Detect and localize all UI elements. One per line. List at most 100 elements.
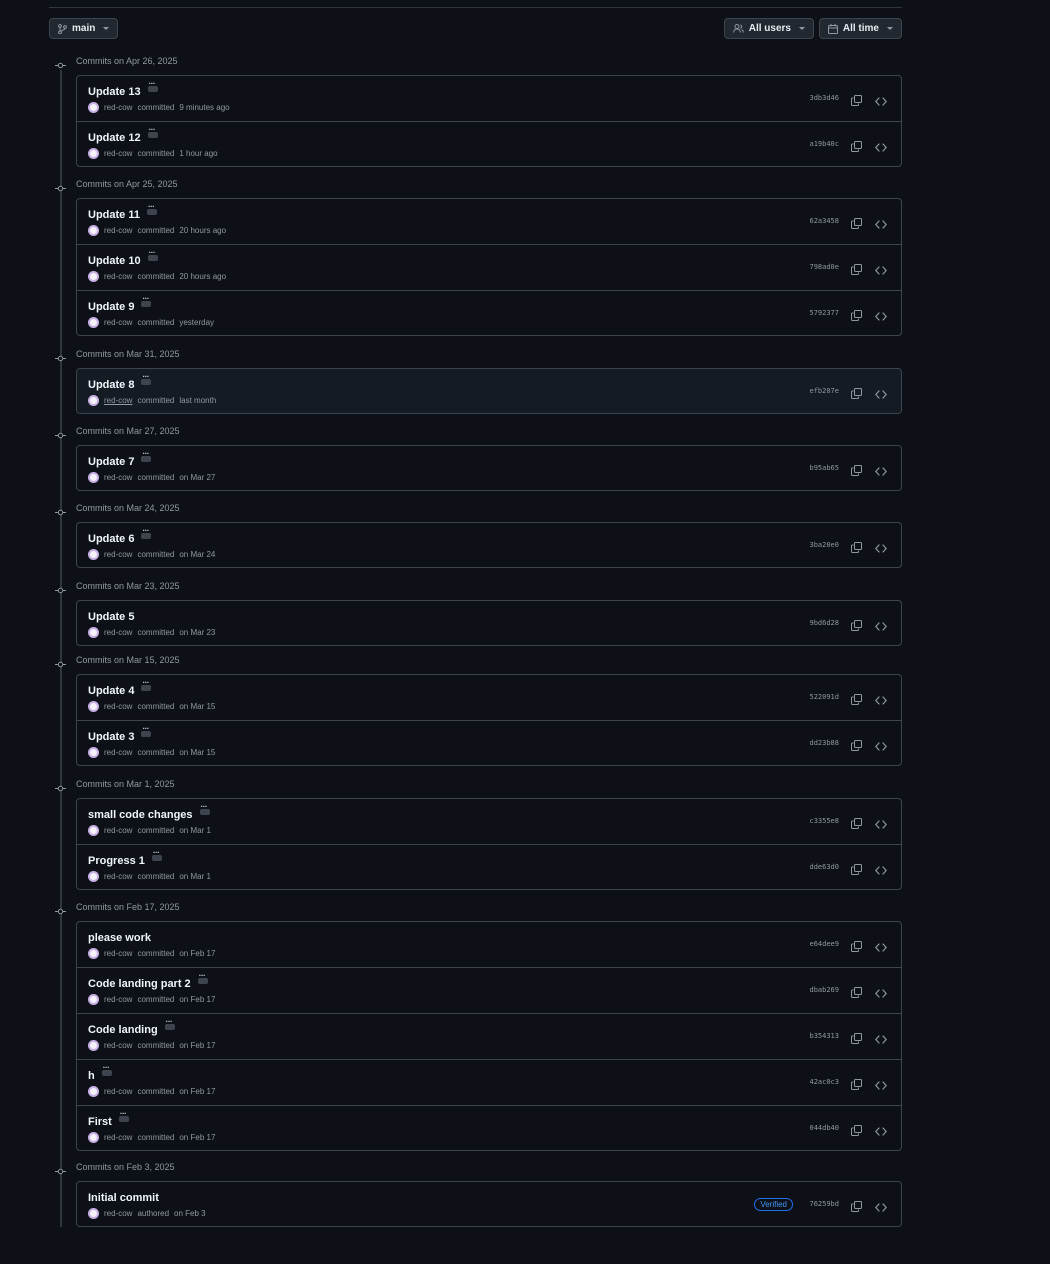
commit-author-link[interactable]: red-cow (104, 473, 132, 482)
commit-author-link[interactable]: red-cow (104, 318, 132, 327)
commit-row[interactable]: Update 5 red-cow committed on Mar 23 9bd6d28 (77, 601, 901, 645)
copy-icon[interactable] (851, 463, 862, 481)
commit-author-link[interactable]: red-cow (104, 149, 132, 158)
commit-row[interactable]: Update 6 red-cow committed on Mar 24 3ba20e0 (77, 523, 901, 567)
avatar[interactable] (88, 701, 99, 712)
browse-code-icon[interactable] (875, 216, 887, 234)
expand-description-button[interactable] (141, 449, 152, 462)
browse-code-icon[interactable] (875, 692, 887, 710)
copy-icon[interactable] (851, 939, 862, 957)
commit-message-link[interactable]: small code changes (88, 809, 193, 821)
copy-icon[interactable] (851, 93, 862, 111)
commit-row[interactable]: Progress 1 red-cow committed on Mar 1 dde63d… (77, 844, 901, 889)
browse-code-icon[interactable] (875, 1123, 887, 1141)
expand-description-button[interactable] (146, 202, 157, 215)
commit-message-link[interactable]: Update 13 (88, 86, 141, 98)
commit-row[interactable]: Update 10 red-cow committed 20 hours ago 798… (77, 244, 901, 290)
avatar[interactable] (88, 271, 99, 282)
commit-author-link[interactable]: red-cow (104, 1041, 132, 1050)
expand-description-button[interactable] (147, 248, 158, 261)
avatar[interactable] (88, 1086, 99, 1097)
avatar[interactable] (88, 317, 99, 328)
copy-icon[interactable] (851, 738, 862, 756)
commit-sha-link[interactable]: c3355e8 (809, 817, 839, 825)
commit-message-link[interactable]: Update 12 (88, 132, 141, 144)
commit-row[interactable]: Update 3 red-cow committed on Mar 15 dd23b88 (77, 720, 901, 765)
commit-author-link[interactable]: red-cow (104, 272, 132, 281)
copy-icon[interactable] (851, 540, 862, 558)
commit-row[interactable]: Update 7 red-cow committed on Mar 27 b95ab65 (77, 446, 901, 490)
expand-description-button[interactable] (141, 724, 152, 737)
commit-sha-link[interactable]: 5792377 (809, 309, 839, 317)
browse-code-icon[interactable] (875, 262, 887, 280)
commit-row[interactable]: Update 11 red-cow committed 20 hours ago 62a… (77, 199, 901, 244)
expand-description-button[interactable] (147, 125, 158, 138)
commit-sha-link[interactable]: 798ad0e (809, 263, 839, 271)
copy-icon[interactable] (851, 386, 862, 404)
commit-row[interactable]: Update 9 red-cow committed yesterday 5792377 (77, 290, 901, 335)
browse-code-icon[interactable] (875, 618, 887, 636)
commit-message-link[interactable]: Update 4 (88, 685, 134, 697)
copy-icon[interactable] (851, 862, 862, 880)
branch-selector-button[interactable]: main (49, 18, 119, 39)
commit-message-link[interactable]: Update 9 (88, 301, 134, 313)
avatar[interactable] (88, 871, 99, 882)
avatar[interactable] (88, 395, 99, 406)
browse-code-icon[interactable] (875, 862, 887, 880)
copy-icon[interactable] (851, 1199, 862, 1217)
avatar[interactable] (88, 1040, 99, 1051)
copy-icon[interactable] (851, 1077, 862, 1095)
browse-code-icon[interactable] (875, 1077, 887, 1095)
commit-message-link[interactable]: Update 5 (88, 611, 134, 623)
commit-author-link[interactable]: red-cow (104, 628, 132, 637)
commit-row[interactable]: Code landing red-cow committed on Feb 17 b35… (77, 1013, 901, 1059)
commit-author-link[interactable]: red-cow (104, 748, 132, 757)
commit-sha-link[interactable]: 76259bd (809, 1200, 839, 1208)
commit-author-link[interactable]: red-cow (104, 1133, 132, 1142)
commit-author-link[interactable]: red-cow (104, 1209, 132, 1218)
commit-message-link[interactable]: Code landing part 2 (88, 978, 191, 990)
avatar[interactable] (88, 148, 99, 159)
avatar[interactable] (88, 825, 99, 836)
expand-description-button[interactable] (101, 1063, 112, 1076)
avatar[interactable] (88, 1132, 99, 1143)
commit-row[interactable]: h red-cow committed on Feb 17 42ac0c3 (77, 1059, 901, 1105)
users-filter-button[interactable]: All users (723, 18, 814, 39)
commit-author-link[interactable]: red-cow (104, 872, 132, 881)
commit-sha-link[interactable]: 9bd6d28 (809, 619, 839, 627)
commit-message-link[interactable]: h (88, 1070, 95, 1082)
commit-row[interactable]: small code changes red-cow committed on Mar… (77, 799, 901, 844)
copy-icon[interactable] (851, 308, 862, 326)
commit-row[interactable]: Code landing part 2 red-cow committed on Fe… (77, 967, 901, 1013)
browse-code-icon[interactable] (875, 463, 887, 481)
commit-sha-link[interactable]: dbab269 (809, 986, 839, 994)
commit-author-link[interactable]: red-cow (104, 702, 132, 711)
expand-description-button[interactable] (197, 971, 208, 984)
commit-sha-link[interactable]: b95ab65 (809, 464, 839, 472)
commit-author-link[interactable]: red-cow (104, 826, 132, 835)
commit-row[interactable]: Update 13 red-cow committed 9 minutes ago 3d… (77, 76, 901, 121)
browse-code-icon[interactable] (875, 738, 887, 756)
commit-sha-link[interactable]: 62a3458 (809, 217, 839, 225)
browse-code-icon[interactable] (875, 816, 887, 834)
browse-code-icon[interactable] (875, 985, 887, 1003)
expand-description-button[interactable] (141, 526, 152, 539)
commit-message-link[interactable]: Update 3 (88, 731, 134, 743)
copy-icon[interactable] (851, 618, 862, 636)
commit-message-link[interactable]: First (88, 1116, 112, 1128)
avatar[interactable] (88, 225, 99, 236)
expand-description-button[interactable] (141, 372, 152, 385)
browse-code-icon[interactable] (875, 386, 887, 404)
browse-code-icon[interactable] (875, 540, 887, 558)
commit-author-link[interactable]: red-cow (104, 995, 132, 1004)
commit-sha-link[interactable]: dde63d0 (809, 863, 839, 871)
copy-icon[interactable] (851, 1031, 862, 1049)
commit-sha-link[interactable]: 3ba20e0 (809, 541, 839, 549)
commit-message-link[interactable]: Progress 1 (88, 855, 145, 867)
commit-message-link[interactable]: Update 8 (88, 379, 134, 391)
verified-badge[interactable]: Verified (754, 1198, 793, 1211)
copy-icon[interactable] (851, 1123, 862, 1141)
commit-author-link[interactable]: red-cow (104, 396, 132, 405)
expand-description-button[interactable] (151, 848, 162, 861)
commit-author-link[interactable]: red-cow (104, 550, 132, 559)
